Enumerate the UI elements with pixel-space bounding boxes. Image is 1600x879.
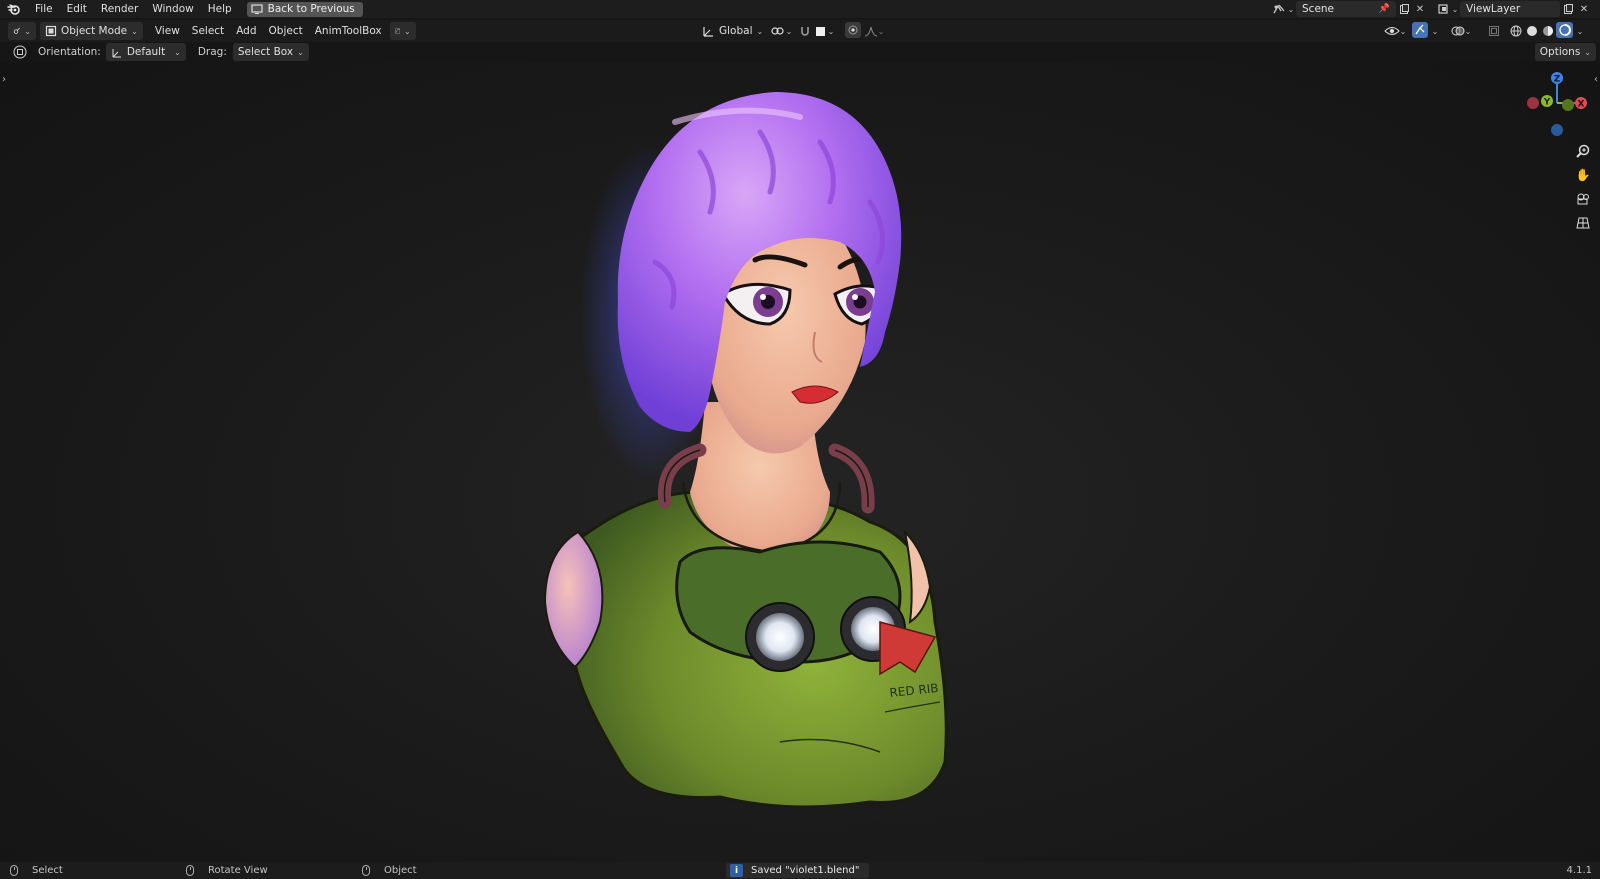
delete-scene-close-icon[interactable]: ✕ bbox=[1412, 1, 1428, 17]
blender-logo-icon[interactable] bbox=[0, 0, 28, 18]
options-label: Options bbox=[1539, 46, 1581, 58]
pin-icon[interactable]: 📌 bbox=[1379, 4, 1390, 14]
gizmo-y-label: Y bbox=[1543, 98, 1551, 108]
gizmo-neg-y-handle[interactable] bbox=[1562, 99, 1574, 111]
new-view-layer-icon[interactable] bbox=[1560, 1, 1576, 17]
pan-hand-icon[interactable]: ✋ bbox=[1574, 166, 1592, 184]
editor-type-icon bbox=[13, 27, 20, 34]
menu-window[interactable]: Window bbox=[145, 0, 200, 18]
menu-file[interactable]: File bbox=[28, 0, 60, 18]
orientation-axes-icon bbox=[112, 48, 121, 57]
screen-icon bbox=[251, 4, 263, 14]
view-layer-name-field[interactable]: ViewLayer bbox=[1460, 1, 1560, 17]
shading-wireframe-icon[interactable] bbox=[1508, 23, 1524, 39]
header-menu-animtoolbox[interactable]: AnimToolBox bbox=[309, 25, 388, 37]
scene-name: Scene bbox=[1302, 3, 1335, 15]
menu-help[interactable]: Help bbox=[201, 0, 239, 18]
blender-version: 4.1.1 bbox=[1566, 865, 1592, 876]
right-mouse-icon bbox=[362, 865, 370, 876]
snap-target-icon[interactable]: ⌄ bbox=[813, 23, 837, 39]
drag-dropdown[interactable]: Select Box ⌄ bbox=[232, 43, 309, 61]
gizmo-x-label: X bbox=[1578, 100, 1585, 110]
scene-selector: ⌄ Scene 📌 ✕ bbox=[1270, 1, 1428, 17]
camera-view-icon[interactable] bbox=[1574, 190, 1592, 208]
view-layer-name: ViewLayer bbox=[1466, 3, 1521, 15]
transform-orientation-label: Global bbox=[719, 25, 753, 37]
status-rotate-label: Rotate View bbox=[208, 865, 268, 876]
menu-render[interactable]: Render bbox=[94, 0, 145, 18]
zoom-magnifier-icon[interactable] bbox=[1574, 142, 1592, 160]
proportional-editing-icon[interactable] bbox=[845, 22, 861, 38]
curve-icon bbox=[394, 28, 400, 34]
orientation-axes-icon bbox=[703, 27, 713, 37]
status-object-label: Object bbox=[384, 865, 417, 876]
editor-type-button[interactable]: ⌄ bbox=[8, 22, 36, 40]
top-menu-bar: File Edit Render Window Help Back to Pre… bbox=[0, 0, 1600, 18]
extra-tool-dropdown[interactable]: ⌄ bbox=[389, 22, 416, 40]
scene-type-icon[interactable]: ⌄ bbox=[1270, 1, 1296, 17]
object-mode-icon bbox=[45, 25, 57, 37]
middle-mouse-icon bbox=[186, 865, 194, 876]
shading-rendered-icon[interactable] bbox=[1556, 22, 1573, 38]
view-layer-selector: ⌄ ViewLayer ✕ bbox=[1436, 1, 1592, 17]
back-to-previous-label: Back to Previous bbox=[267, 3, 355, 15]
info-icon: i bbox=[730, 864, 743, 877]
xray-toggle-icon[interactable] bbox=[1486, 23, 1502, 39]
shading-solid-icon[interactable] bbox=[1524, 23, 1540, 39]
viewport-header: ⌄ Object Mode ⌄ View Select Add Object An… bbox=[0, 20, 1600, 42]
status-rotate-hint: Rotate View bbox=[186, 865, 268, 876]
left-mouse-icon bbox=[10, 865, 18, 876]
snap-toggle-icon[interactable] bbox=[798, 23, 812, 39]
tool-settings-bar: Orientation: Default ⌄ Drag: Select Box ⌄ … bbox=[0, 42, 1600, 62]
object-mode-label: Object Mode bbox=[61, 25, 128, 37]
pivot-point-icon[interactable]: ⌄ bbox=[768, 23, 794, 39]
saved-notification[interactable]: i Saved "violet1.blend" bbox=[726, 863, 870, 878]
transform-orientation-dropdown[interactable]: Global ⌄ bbox=[697, 22, 768, 40]
character-model[interactable]: RED RIB bbox=[0, 62, 1600, 862]
overlays-icon[interactable]: ⌄ bbox=[1448, 23, 1474, 39]
select-tool-icon[interactable] bbox=[12, 44, 28, 60]
3d-viewport[interactable]: › ‹ RED RIB X Y Z ✋ bbox=[0, 62, 1600, 862]
scene-name-field[interactable]: Scene 📌 bbox=[1296, 1, 1396, 17]
visibility-eye-icon[interactable]: ⌄ bbox=[1382, 23, 1408, 39]
options-dropdown[interactable]: Options ⌄ bbox=[1534, 43, 1596, 61]
drag-value: Select Box bbox=[237, 46, 294, 58]
navigation-gizmo[interactable]: X Y Z bbox=[1522, 72, 1592, 142]
gizmo-neg-z-handle[interactable] bbox=[1551, 124, 1563, 136]
delete-view-layer-close-icon[interactable]: ✕ bbox=[1576, 1, 1592, 17]
shading-options-chevron-icon[interactable]: ⌄ bbox=[1574, 23, 1586, 39]
orientation-label: Orientation: bbox=[38, 46, 101, 58]
status-select-label: Select bbox=[32, 865, 63, 876]
menu-edit[interactable]: Edit bbox=[60, 0, 94, 18]
status-select-hint: Select bbox=[10, 865, 63, 876]
status-bar: Select Rotate View Object i Saved "viole… bbox=[0, 862, 1600, 879]
gizmo-options-chevron-icon[interactable]: ⌄ bbox=[1429, 23, 1441, 39]
show-gizmo-icon[interactable] bbox=[1412, 22, 1428, 38]
falloff-curve-icon[interactable]: ⌄ bbox=[862, 23, 886, 39]
header-menu-select[interactable]: Select bbox=[186, 25, 230, 37]
orientation-dropdown[interactable]: Default ⌄ bbox=[105, 43, 186, 61]
object-mode-dropdown[interactable]: Object Mode ⌄ bbox=[40, 22, 143, 40]
header-menu-view[interactable]: View bbox=[149, 25, 186, 37]
view-layer-icon[interactable]: ⌄ bbox=[1436, 1, 1460, 17]
orientation-value: Default bbox=[126, 46, 166, 58]
perspective-grid-icon[interactable] bbox=[1574, 214, 1592, 232]
header-menu-add[interactable]: Add bbox=[230, 25, 262, 37]
gizmo-z-label: Z bbox=[1554, 75, 1561, 85]
shading-material-icon[interactable] bbox=[1540, 23, 1556, 39]
saved-message: Saved "violet1.blend" bbox=[751, 865, 860, 876]
header-menu-object[interactable]: Object bbox=[263, 25, 309, 37]
status-object-hint: Object bbox=[362, 865, 417, 876]
new-scene-icon[interactable] bbox=[1396, 1, 1412, 17]
drag-label: Drag: bbox=[197, 46, 227, 58]
back-to-previous-button[interactable]: Back to Previous bbox=[246, 1, 363, 17]
gizmo-neg-x-handle[interactable] bbox=[1527, 97, 1539, 109]
